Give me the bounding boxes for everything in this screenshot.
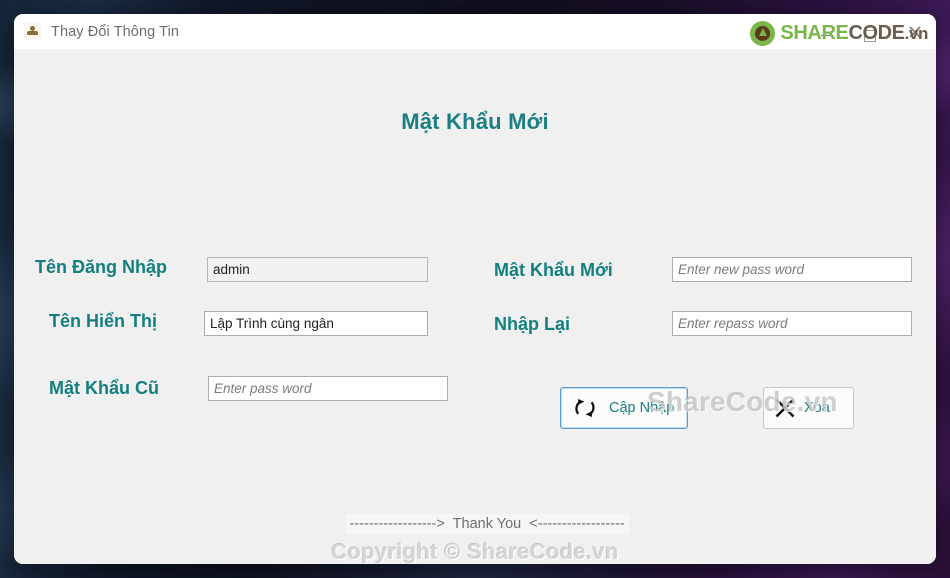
new-password-input[interactable] — [672, 257, 912, 282]
user-icon — [24, 23, 41, 40]
label-retype-password: Nhập Lại — [494, 314, 571, 334]
titlebar-left-group: Thay Đổi Thông Tin — [24, 14, 179, 49]
minimize-button[interactable] — [804, 14, 848, 49]
sharecode-logo-icon — [750, 21, 776, 46]
window-controls — [804, 14, 936, 49]
page-title: Mật Khẩu Mới — [401, 109, 549, 134]
old-password-input[interactable] — [208, 376, 448, 401]
delete-button[interactable]: Xóa — [763, 387, 854, 429]
thank-you-text: ------------------> Thank You <---------… — [345, 514, 629, 534]
maximize-button[interactable] — [848, 14, 892, 49]
close-icon — [908, 25, 921, 38]
close-button[interactable] — [892, 14, 936, 49]
application-window: Thay Đổi Thông Tin SHARECODE.vn Mật Khẩu… — [14, 14, 936, 564]
x-icon — [768, 396, 802, 420]
label-username: Tên Đăng Nhập — [35, 257, 168, 277]
label-new-password: Mật Khẩu Mới — [494, 260, 613, 280]
delete-button-label: Xóa — [804, 400, 830, 416]
update-button[interactable]: Cập Nhập — [560, 387, 688, 429]
window-titlebar[interactable]: Thay Đổi Thông Tin SHARECODE.vn — [14, 14, 936, 49]
maximize-icon — [864, 30, 876, 42]
thank-you-footer: ------------------> Thank You <---------… — [14, 500, 936, 548]
username-input[interactable] — [207, 257, 428, 282]
minimize-icon — [820, 34, 832, 37]
window-title: Thay Đổi Thông Tin — [51, 23, 180, 40]
retype-password-input[interactable] — [672, 311, 912, 336]
label-display-name: Tên Hiển Thị — [49, 311, 157, 331]
update-button-label: Cập Nhập — [609, 400, 675, 416]
label-old-password: Mật Khẩu Cũ — [49, 378, 159, 398]
display-name-input[interactable] — [204, 311, 428, 336]
window-client-area: Mật Khẩu Mới Tên Đăng Nhập Tên Hiển Thị … — [14, 49, 936, 564]
refresh-icon — [565, 395, 605, 421]
